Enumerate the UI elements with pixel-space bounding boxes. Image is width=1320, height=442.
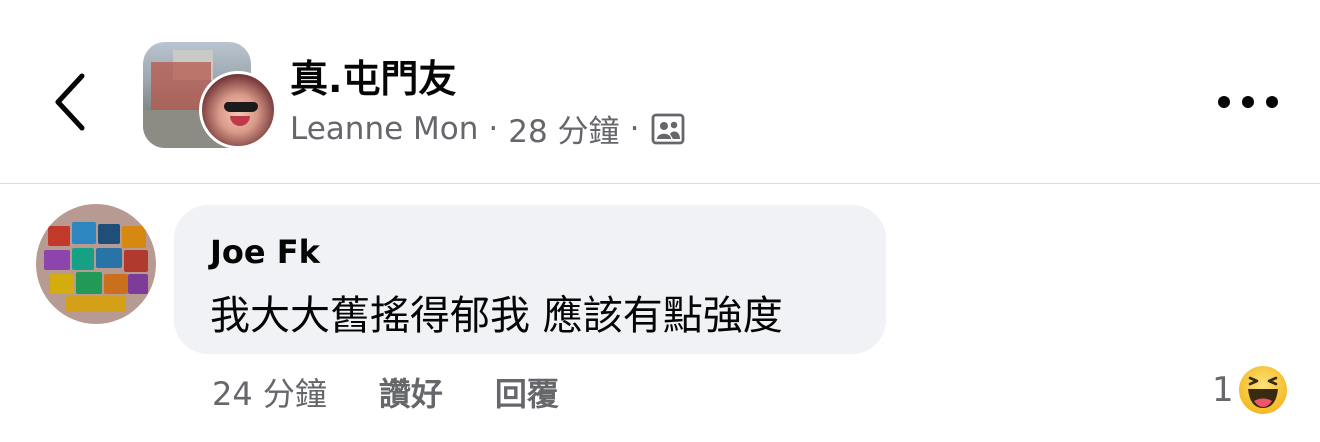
like-button[interactable]: 讚好 (379, 369, 443, 415)
reaction-count: 1 (1212, 370, 1234, 410)
reply-button[interactable]: 回覆 (495, 369, 559, 415)
author-avatar[interactable] (199, 71, 277, 149)
comment-time[interactable]: 24 分鐘 (212, 369, 327, 415)
meta-separator: · (629, 110, 640, 147)
post-meta: Leanne Mon · 28 分鐘 · (290, 106, 685, 151)
comment-bubble: Joe Fk 我大大舊搖得郁我 應該有點強度 (174, 205, 886, 354)
comment-actions: 24 分鐘 讚好 回覆 (212, 370, 559, 414)
comment-text: 我大大舊搖得郁我 應該有點強度 (210, 293, 783, 339)
back-button[interactable] (46, 70, 96, 134)
group-name[interactable]: 真.屯門友 (290, 48, 456, 103)
group-members-icon (651, 112, 685, 146)
more-horizontal-icon (1218, 96, 1230, 108)
chevron-left-icon (55, 73, 85, 131)
post-time[interactable]: 28 分鐘 (508, 106, 619, 151)
post-header: 真.屯門友 Leanne Mon · 28 分鐘 · (0, 0, 1320, 184)
comment-author[interactable]: Joe Fk (210, 233, 320, 271)
commenter-avatar[interactable] (36, 204, 156, 324)
meta-separator: · (488, 110, 499, 147)
more-options-button[interactable] (1218, 92, 1278, 112)
reaction-summary[interactable]: 1 (1212, 364, 1288, 416)
haha-reaction-icon (1238, 366, 1287, 414)
author-name[interactable]: Leanne Mon (290, 111, 478, 147)
